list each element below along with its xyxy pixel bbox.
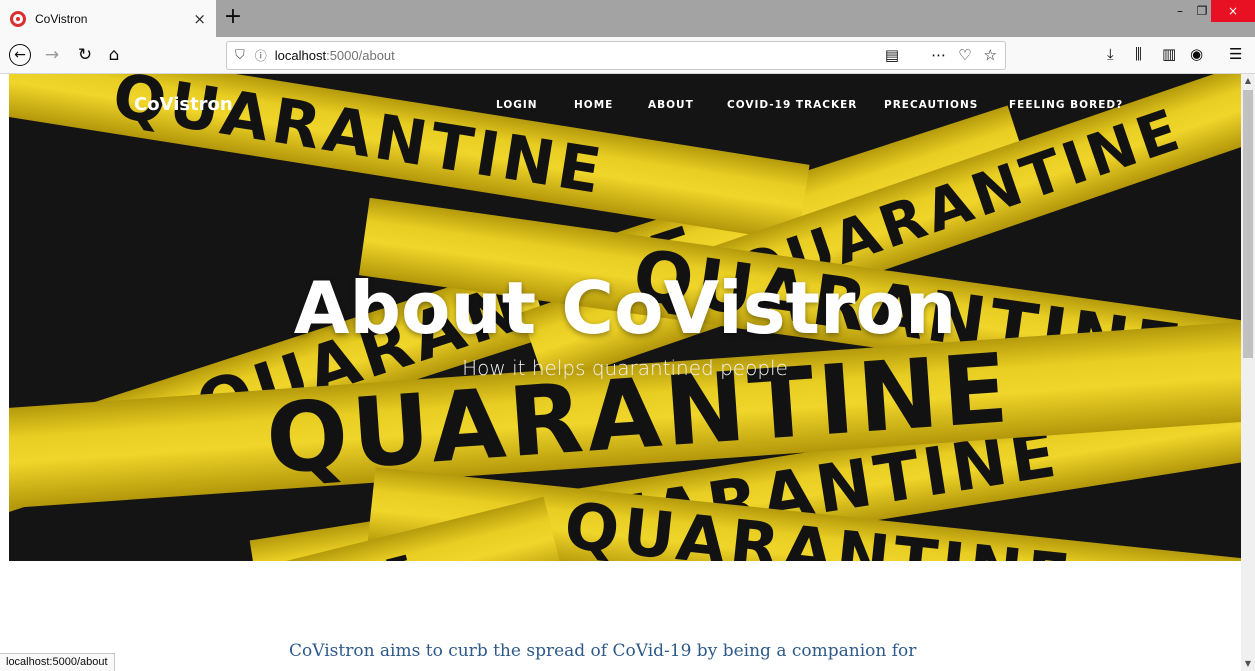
covistron-favicon-icon xyxy=(10,10,26,27)
bookmark-star-icon[interactable]: ☆ xyxy=(984,46,997,64)
tab-close-icon[interactable]: × xyxy=(193,10,206,28)
scrollbar-thumb[interactable] xyxy=(1243,90,1253,358)
back-arrow-icon[interactable]: ← xyxy=(9,44,31,66)
scroll-up-icon[interactable]: ▲ xyxy=(1241,74,1255,88)
pocket-icon[interactable]: ♡ xyxy=(958,46,971,64)
browser-tab-bar: CoVistron × + – ❐ × xyxy=(0,0,1255,37)
menu-hamburger-icon[interactable]: ☰ xyxy=(1229,45,1242,63)
library-icon[interactable]: ⫼ xyxy=(1135,45,1142,63)
scroll-down-icon[interactable]: ▼ xyxy=(1241,657,1255,671)
nav-about-link[interactable]: ABOUT xyxy=(648,99,694,111)
about-body-text: CoVistron aims to curb the spread of CoV… xyxy=(289,641,917,661)
web-page: QUARANTINE QUARANTINE QUARANTINE QUARANT… xyxy=(9,74,1241,671)
reader-view-icon[interactable]: ▤ xyxy=(885,46,899,64)
new-tab-button[interactable]: + xyxy=(221,6,245,30)
hero-title: About CoVistron xyxy=(293,266,957,350)
site-info-icon[interactable]: ⓘ xyxy=(255,47,267,64)
site-navbar: CoVistron LOGIN HOME ABOUT COVID-19 TRAC… xyxy=(9,74,1241,136)
page-scrollbar[interactable]: ▲ ▼ xyxy=(1241,74,1255,671)
account-icon[interactable]: ◉ xyxy=(1190,45,1203,63)
tab-title: CoVistron xyxy=(35,11,88,26)
nav-tracker-link[interactable]: COVID-19 TRACKER xyxy=(727,99,857,111)
home-icon[interactable]: ⌂ xyxy=(103,44,125,66)
browser-tab[interactable]: CoVistron × xyxy=(0,0,216,37)
address-bar-actions: ▤ ⋯ ♡ ☆ xyxy=(885,46,997,64)
sidebar-icon[interactable]: ▥ xyxy=(1162,45,1176,63)
nav-feeling-bored-link[interactable]: FEELING BORED? xyxy=(1009,99,1123,111)
window-minimize-button[interactable]: – xyxy=(1169,0,1191,22)
window-close-button[interactable]: × xyxy=(1211,0,1255,22)
hero-subtitle: How it helps quarantined people xyxy=(462,356,788,380)
nav-precautions-link[interactable]: PRECAUTIONS xyxy=(884,99,978,111)
nav-login-link[interactable]: LOGIN xyxy=(496,99,538,111)
url-host: localhost xyxy=(274,48,327,63)
hero-banner: QUARANTINE QUARANTINE QUARANTINE QUARANT… xyxy=(9,74,1241,561)
tracking-shield-icon[interactable]: ⛉ xyxy=(235,48,245,63)
downloads-icon[interactable]: ⤓ xyxy=(1107,45,1114,63)
window-maximize-button[interactable]: ❐ xyxy=(1191,0,1213,22)
url-path: :5000/about xyxy=(326,48,395,63)
browser-navigation-bar: ← → ↻ ⌂ ⛉ ⓘ localhost:5000/about ▤ ⋯ ♡ ☆… xyxy=(0,37,1255,74)
address-bar[interactable]: ⛉ ⓘ localhost:5000/about ▤ ⋯ ♡ ☆ xyxy=(226,41,1006,70)
forward-arrow-icon[interactable]: → xyxy=(41,44,63,66)
nav-home-link[interactable]: HOME xyxy=(574,99,613,111)
link-status-bar: localhost:5000/about xyxy=(0,653,115,671)
reload-icon[interactable]: ↻ xyxy=(74,44,96,66)
page-actions-icon[interactable]: ⋯ xyxy=(931,46,946,64)
site-brand-link[interactable]: CoVistron xyxy=(134,94,233,115)
